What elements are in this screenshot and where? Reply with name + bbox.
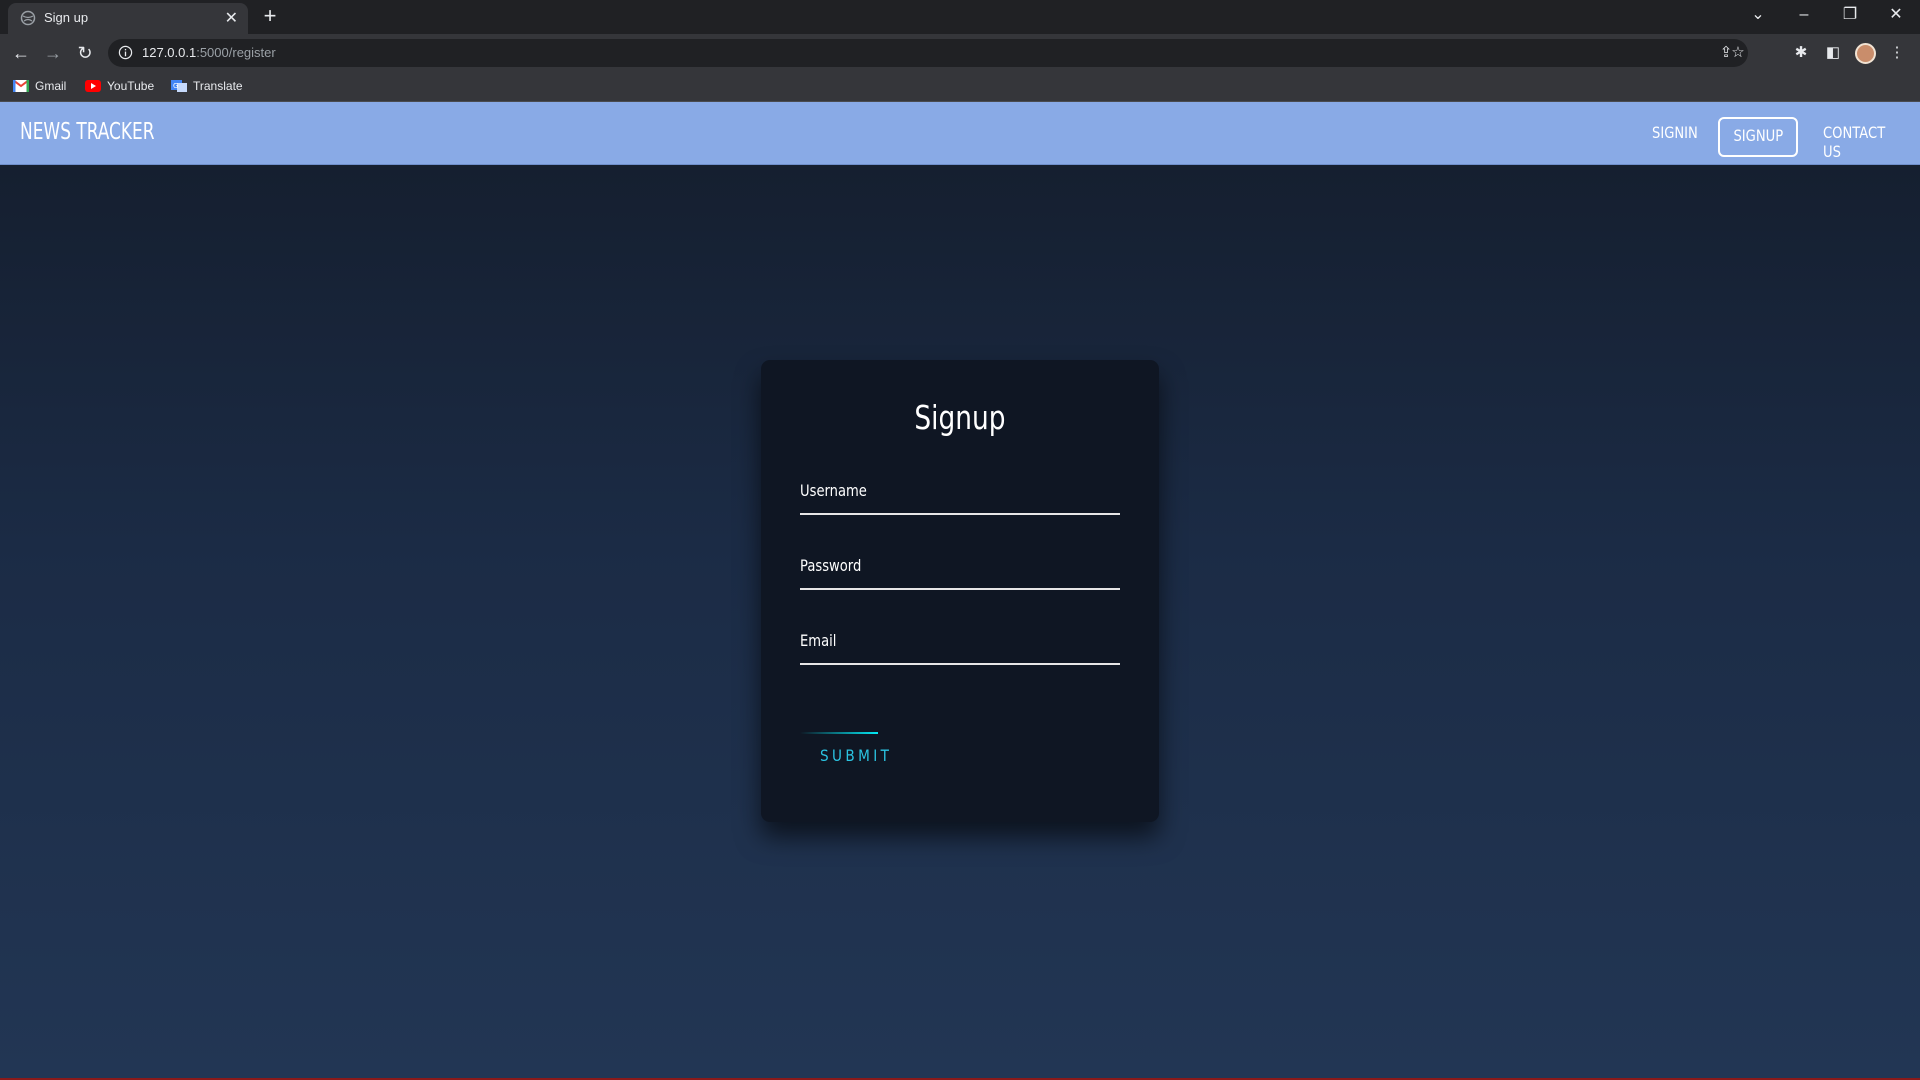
tab-search-icon[interactable]: ⌄ <box>1738 0 1778 30</box>
browser-tabstrip: Sign up ✕ + ⌄ – ❐ ✕ <box>0 0 1920 34</box>
submit-label: SUBMIT <box>820 746 893 765</box>
restore-button[interactable]: ❐ <box>1830 0 1870 30</box>
profile-avatar[interactable] <box>1855 43 1876 64</box>
globe-icon <box>20 10 36 26</box>
browser-toolbar: ← → ↻ 127.0.0.1:5000/register ⇪ ☆ ✱ ◧ ⋮ <box>0 34 1920 71</box>
password-label: Password <box>800 556 862 575</box>
signup-title: Signup <box>914 398 1006 437</box>
username-label: Username <box>800 481 867 500</box>
minimize-button[interactable]: – <box>1784 0 1824 30</box>
site-navbar: NEWS TRACKER SIGNIN SIGNUP CONTACT US <box>0 102 1920 165</box>
bookmark-star-icon[interactable]: ☆ <box>1728 44 1748 62</box>
translate-icon: G <box>171 80 187 92</box>
username-underline <box>800 513 1120 515</box>
nav-contact-link[interactable]: CONTACT US <box>1823 123 1903 161</box>
site-brand[interactable]: NEWS TRACKER <box>20 119 154 145</box>
tab-title: Sign up <box>44 10 89 25</box>
signup-card: Signup Username Password Email SUBMIT <box>761 360 1159 822</box>
svg-text:G: G <box>173 82 178 90</box>
forward-button[interactable]: → <box>40 40 66 66</box>
bookmarks-bar: Gmail YouTube G Translate <box>0 71 1920 102</box>
youtube-icon <box>85 80 101 92</box>
address-bar[interactable]: 127.0.0.1:5000/register ⇪ ☆ <box>108 39 1748 67</box>
extensions-icon[interactable]: ✱ <box>1790 42 1812 64</box>
email-input[interactable] <box>800 625 1120 663</box>
browser-tab[interactable]: Sign up ✕ <box>8 3 248 34</box>
nav-signup-link[interactable]: SIGNUP <box>1718 117 1798 157</box>
url-text: 127.0.0.1:5000/register <box>142 45 276 60</box>
reload-button[interactable]: ↻ <box>72 40 98 66</box>
info-icon[interactable] <box>118 45 133 60</box>
username-field[interactable]: Username <box>800 475 1120 515</box>
close-window-button[interactable]: ✕ <box>1876 0 1916 30</box>
nav-signin-link[interactable]: SIGNIN <box>1652 123 1698 142</box>
submit-glow-line <box>800 732 878 734</box>
menu-icon[interactable]: ⋮ <box>1886 42 1908 64</box>
bookmark-youtube[interactable]: YouTube <box>85 77 154 95</box>
submit-button[interactable]: SUBMIT <box>800 732 900 772</box>
password-field[interactable]: Password <box>800 550 1120 590</box>
gmail-icon <box>13 80 29 92</box>
bookmark-translate[interactable]: G Translate <box>171 77 243 95</box>
new-tab-button[interactable]: + <box>258 4 282 28</box>
side-panel-icon[interactable]: ◧ <box>1822 42 1844 64</box>
email-field[interactable]: Email <box>800 625 1120 665</box>
email-underline <box>800 663 1120 665</box>
page-content: NEWS TRACKER SIGNIN SIGNUP CONTACT US Si… <box>0 102 1920 1080</box>
password-underline <box>800 588 1120 590</box>
back-button[interactable]: ← <box>8 40 34 66</box>
tab-close-icon[interactable]: ✕ <box>225 8 238 28</box>
email-label: Email <box>800 631 837 650</box>
bookmark-gmail[interactable]: Gmail <box>13 77 66 95</box>
